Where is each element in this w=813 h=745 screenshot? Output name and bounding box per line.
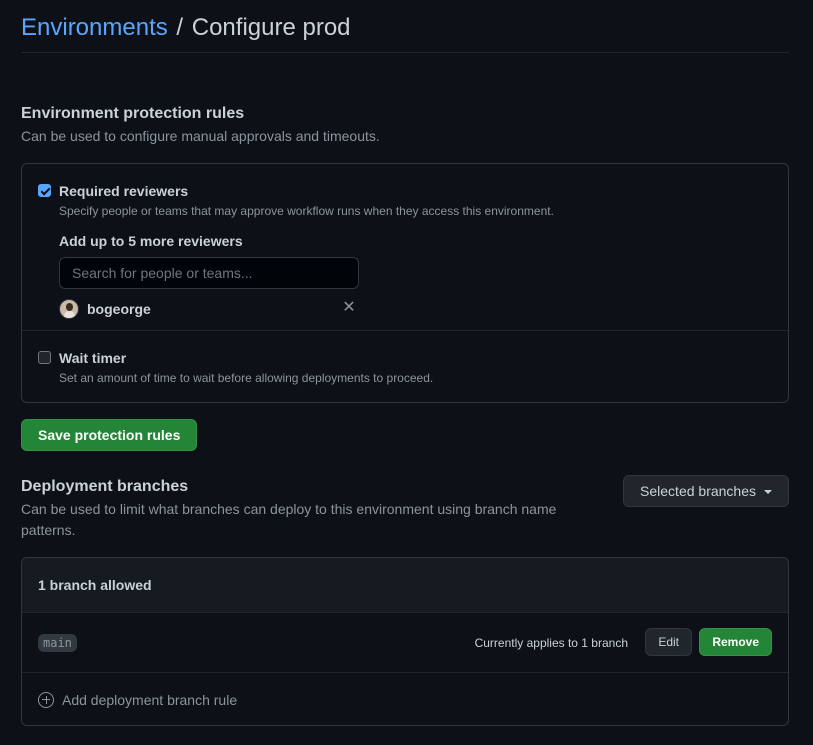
wait-timer-description: Set an amount of time to wait before all…: [59, 371, 434, 385]
breadcrumb-separator: /: [176, 14, 184, 41]
page-container: Environments / Configure prod Environmen…: [21, 0, 789, 726]
wait-timer-content: Wait timer Set an amount of time to wait…: [59, 349, 772, 387]
page-title: Environments / Configure prod: [21, 0, 789, 53]
reviewer-username: bogeorge: [87, 301, 151, 317]
branches-box: 1 branch allowed main Currently applies …: [21, 557, 789, 726]
add-reviewers-label: Add up to 5 more reviewers: [59, 233, 243, 249]
breadcrumb-current: Configure prod: [191, 14, 351, 41]
remove-branch-rule-button[interactable]: Remove: [699, 628, 772, 656]
protection-rules-title: Environment protection rules: [21, 105, 245, 122]
add-deployment-branch-rule-label: Add deployment branch rule: [62, 691, 238, 708]
plus-circle-icon: [38, 691, 54, 708]
wait-timer-rule: Wait timer Set an amount of time to wait…: [22, 331, 788, 403]
required-reviewers-content: Required reviewers Specify people or tea…: [59, 182, 772, 321]
required-reviewers-description: Specify people or teams that may approve…: [59, 204, 554, 218]
wait-timer-title: Wait timer: [59, 350, 127, 366]
save-protection-rules-button[interactable]: Save protection rules: [21, 419, 198, 451]
branch-applies-text: Currently applies to 1 branch: [474, 636, 628, 650]
deployment-branches-header: Deployment branches Can be used to limit…: [21, 477, 601, 541]
protection-rules-description: Can be used to configure manual approval…: [21, 128, 380, 144]
reviewer-item: bogeorge ✕: [59, 297, 359, 321]
branch-policy-select-label: Selected branches: [640, 483, 756, 499]
breadcrumb-environments-link[interactable]: Environments: [21, 14, 168, 41]
branches-count-header: 1 branch allowed: [22, 558, 788, 613]
required-reviewers-title: Required reviewers: [59, 183, 189, 199]
reviewer-search-input[interactable]: [59, 257, 359, 289]
avatar: [59, 299, 79, 319]
wait-timer-checkbox[interactable]: [38, 351, 51, 364]
required-reviewers-checkbox[interactable]: [38, 184, 51, 197]
branch-rule-row: main Currently applies to 1 branch Edit …: [22, 613, 788, 673]
edit-branch-rule-button[interactable]: Edit: [645, 628, 692, 656]
branch-policy-select-button[interactable]: Selected branches: [623, 475, 789, 507]
close-icon[interactable]: ✕: [341, 300, 357, 316]
deployment-branches-description: Can be used to limit what branches can d…: [21, 501, 557, 538]
protection-rules-box: Required reviewers Specify people or tea…: [21, 163, 789, 403]
add-deployment-branch-rule-link[interactable]: Add deployment branch rule: [22, 673, 788, 725]
required-reviewers-rule: Required reviewers Specify people or tea…: [22, 164, 788, 331]
caret-down-icon: [764, 490, 772, 495]
deployment-branches-title: Deployment branches: [21, 478, 189, 495]
branch-pattern: main: [38, 634, 77, 652]
protection-rules-header: Environment protection rules Can be used…: [21, 104, 789, 147]
